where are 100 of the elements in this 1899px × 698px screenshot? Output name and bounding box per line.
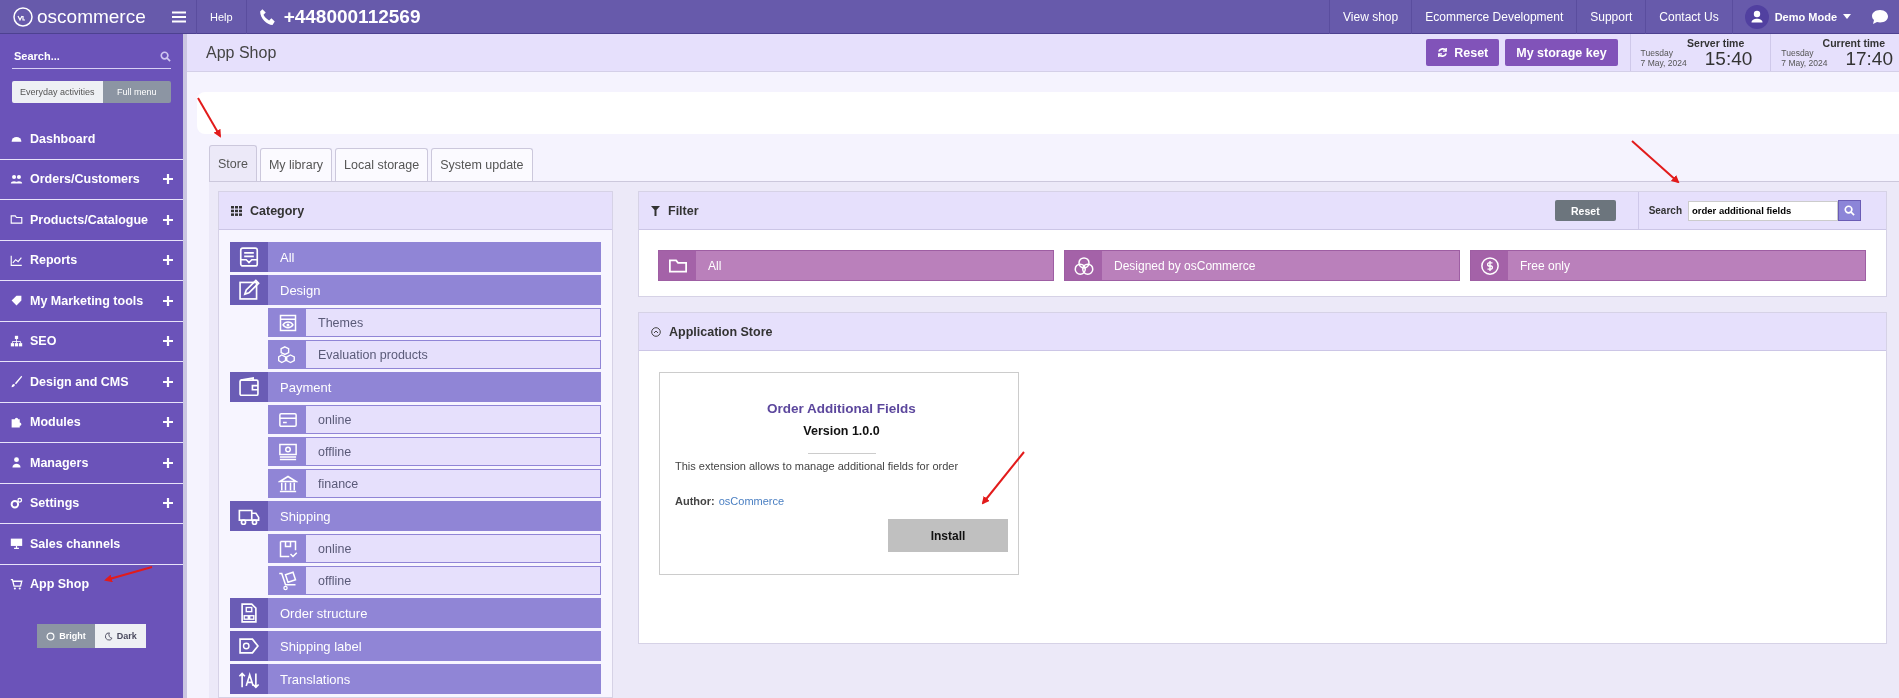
- page-title: App Shop: [206, 43, 277, 62]
- reset-button[interactable]: Reset: [1426, 39, 1500, 66]
- filter-option[interactable]: All: [658, 250, 1054, 281]
- category-item[interactable]: Shipping: [230, 501, 601, 531]
- menu-mode-toggle[interactable]: Everyday activities: [12, 81, 103, 103]
- logo-icon: [12, 5, 34, 28]
- tab[interactable]: Store: [209, 145, 257, 181]
- label-icon: [238, 635, 260, 657]
- folder-icon: [10, 213, 23, 227]
- users-icon: [10, 172, 23, 186]
- panel-title: Category: [250, 203, 305, 218]
- category-item[interactable]: Payment: [230, 372, 601, 402]
- subcategory-item[interactable]: online: [268, 534, 601, 563]
- theme-toggle[interactable]: Dark: [94, 624, 146, 648]
- top-link[interactable]: Contact Us: [1645, 0, 1732, 34]
- plus-icon: [163, 498, 173, 509]
- subcategory-item[interactable]: finance: [268, 469, 601, 498]
- plus-icon: [163, 417, 173, 428]
- top-link[interactable]: Support: [1576, 0, 1646, 34]
- annotation-arrow: [981, 451, 1025, 505]
- sun-icon: [46, 631, 56, 641]
- clock-time: 17:40: [1845, 49, 1893, 68]
- moon-icon: [103, 631, 113, 641]
- plus-icon: [163, 214, 173, 225]
- collapse-icon[interactable]: [651, 326, 661, 337]
- annotation-arrow: [1631, 140, 1680, 184]
- category-item[interactable]: Shipping label: [230, 631, 601, 661]
- category-item[interactable]: Translations: [230, 664, 601, 694]
- trolley-icon: [277, 570, 298, 591]
- subcategory-item[interactable]: offline: [268, 566, 601, 595]
- search-button[interactable]: [1838, 200, 1861, 221]
- monitor-icon: [10, 537, 23, 551]
- plus-icon: [163, 376, 173, 387]
- clock-day: Tuesday: [1640, 49, 1687, 59]
- subcategory-item[interactable]: Evaluation products: [268, 340, 601, 369]
- brush-icon: [10, 375, 23, 389]
- menu-mode-toggle[interactable]: Full menu: [102, 81, 171, 103]
- boxes-icon: [277, 344, 298, 365]
- author-link[interactable]: osCommerce: [718, 495, 785, 507]
- bank-icon: [277, 473, 298, 494]
- edit-icon: [238, 279, 260, 301]
- clock-label: Current time: [1822, 37, 1885, 49]
- subcategory-item[interactable]: online: [268, 405, 601, 434]
- wallet-icon: [238, 376, 260, 398]
- refresh-icon: [1437, 47, 1449, 58]
- tab[interactable]: My library: [259, 148, 333, 181]
- puzzle-icon: [10, 415, 23, 429]
- phone-icon: [258, 7, 277, 26]
- filter-option[interactable]: Free only: [1470, 250, 1866, 281]
- logo-text[interactable]: oscommerce: [37, 5, 146, 28]
- search-icon: [1844, 205, 1855, 216]
- menu-icon[interactable]: [172, 10, 186, 23]
- panel-title: Application Store: [669, 324, 773, 339]
- install-button[interactable]: Install: [888, 519, 1008, 552]
- cash-icon: [277, 441, 298, 462]
- user-menu[interactable]: Demo Mode: [1731, 0, 1863, 34]
- document-icon: [238, 602, 260, 624]
- theme-toggle[interactable]: Bright: [37, 624, 95, 648]
- annotation-arrow: [104, 566, 153, 583]
- subcategory-item[interactable]: Themes: [268, 308, 601, 337]
- storage-key-button[interactable]: My storage key: [1505, 39, 1618, 66]
- sidebar-item[interactable]: App Shop: [0, 564, 183, 604]
- author-label: Author:: [675, 495, 715, 507]
- plus-icon: [163, 295, 173, 306]
- search-icon: [160, 50, 171, 62]
- plus-icon: [163, 255, 173, 266]
- filter-search-field[interactable]: order additional fields: [1688, 200, 1838, 221]
- annotation-arrow: [197, 97, 221, 138]
- filter-reset-button[interactable]: Reset: [1555, 200, 1616, 221]
- line-chart-icon: [10, 253, 23, 267]
- filter-option[interactable]: Designed by osCommerce: [1064, 250, 1460, 281]
- clock-day: Tuesday: [1781, 49, 1828, 59]
- top-link[interactable]: Ecommerce Development: [1411, 0, 1577, 34]
- circles-icon: [1073, 255, 1094, 276]
- package-icon: [277, 538, 298, 559]
- grid-icon: [231, 205, 242, 216]
- subcategory-item[interactable]: offline: [268, 437, 601, 466]
- clock-time: 15:40: [1704, 49, 1753, 68]
- clock-date: 7 May, 2024: [1781, 58, 1828, 68]
- sidebar-search-field[interactable]: Search...: [12, 49, 160, 63]
- user-icon: [10, 456, 23, 470]
- top-link[interactable]: View shop: [1329, 0, 1412, 34]
- sitemap-icon: [10, 334, 23, 348]
- clock-date: 7 May, 2024: [1640, 58, 1687, 68]
- clock-label: Server time: [1687, 37, 1745, 49]
- tab[interactable]: Local storage: [335, 148, 429, 181]
- category-item[interactable]: All: [230, 242, 601, 272]
- panel-title: Filter: [668, 203, 699, 218]
- plus-icon: [163, 336, 173, 347]
- category-item[interactable]: Order structure: [230, 598, 601, 628]
- help-link[interactable]: Help: [196, 0, 247, 34]
- category-item[interactable]: Design: [230, 275, 601, 305]
- app-description: This extension allows to manage additional fields for order: [675, 460, 960, 472]
- app-version: Version 1.0.0: [803, 424, 880, 438]
- filter-icon: [651, 205, 660, 216]
- search-label: Search: [1648, 205, 1682, 216]
- tab[interactable]: System update: [431, 148, 533, 181]
- app-name[interactable]: Order Additional Fields: [767, 401, 916, 416]
- chat-icon[interactable]: [1871, 8, 1889, 25]
- avatar-icon: [1744, 4, 1769, 29]
